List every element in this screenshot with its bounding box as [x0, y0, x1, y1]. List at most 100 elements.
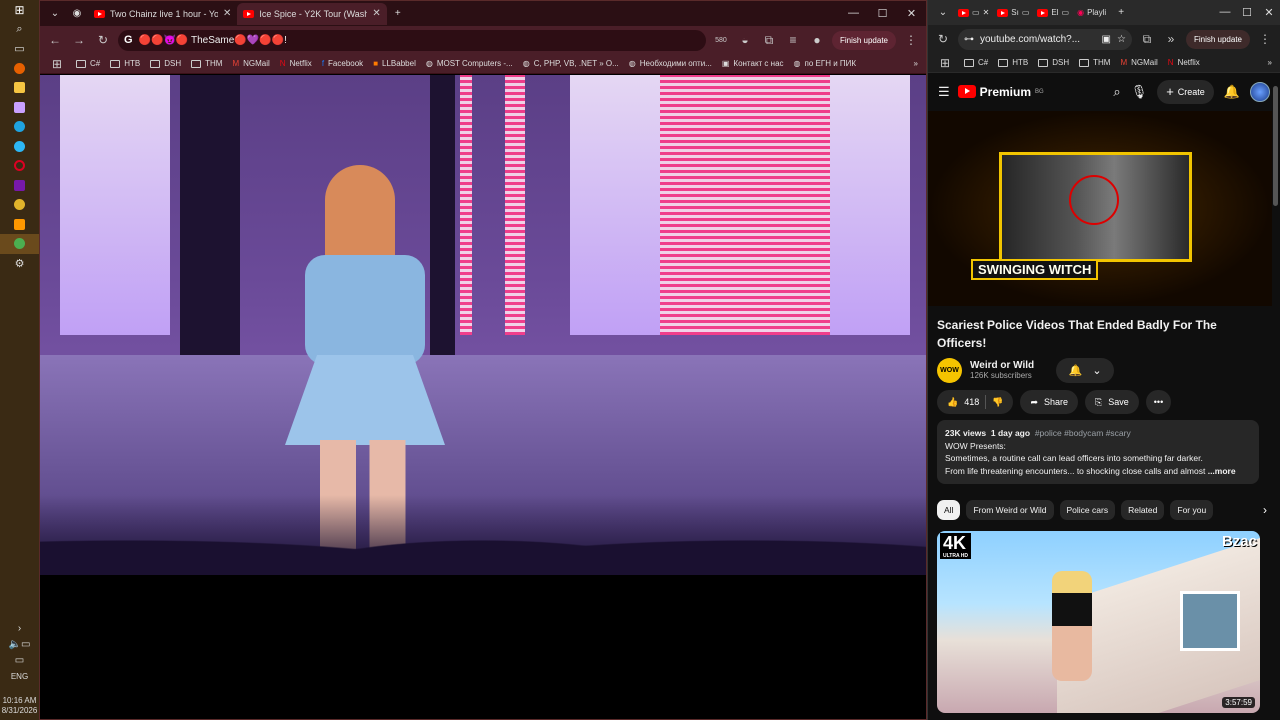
- video-player[interactable]: [40, 75, 926, 575]
- volume-icon[interactable]: 🔈▭: [0, 636, 39, 652]
- more-tools-icon[interactable]: »: [1162, 32, 1180, 46]
- bookmark-item[interactable]: C#: [964, 58, 988, 67]
- bookmark-item[interactable]: DSH: [1038, 58, 1069, 67]
- menu-icon[interactable]: ⋮: [1256, 32, 1274, 46]
- edge-icon[interactable]: [0, 117, 39, 137]
- like-dislike-button[interactable]: 👍 418 👎: [937, 390, 1014, 414]
- keyboard-icon[interactable]: ▭: [0, 652, 39, 668]
- file-explorer-icon[interactable]: [0, 78, 39, 98]
- chip-related[interactable]: Related: [1121, 500, 1165, 520]
- channel-name[interactable]: Weird or Wild: [970, 360, 1034, 371]
- page-scrollbar[interactable]: [1273, 86, 1278, 206]
- tab-ice-spice[interactable]: Ice Spice - Y2K Tour (Washi ✕: [237, 2, 387, 25]
- chip-all[interactable]: All: [937, 500, 961, 520]
- bookmark-item[interactable]: ◍ C, PHP, VB, .NET » O...: [523, 59, 619, 68]
- tab-two-chainz[interactable]: Two Chainz live 1 hour - Yo ✕: [88, 3, 237, 25]
- extensions-icon[interactable]: ⧉: [1138, 32, 1156, 47]
- chip-from-channel[interactable]: From Weird or Wild: [966, 500, 1054, 520]
- notifications-bell-icon[interactable]: 🔔: [1224, 84, 1240, 100]
- photos-icon[interactable]: [0, 98, 39, 118]
- save-button[interactable]: ⎘ Save: [1085, 390, 1139, 414]
- apps-icon[interactable]: ⊞: [48, 57, 66, 71]
- description-box[interactable]: 23K views 1 day ago #police #bodycam #sc…: [937, 420, 1259, 484]
- bookmark-item[interactable]: ◍ по ЕГН и ПИК: [794, 59, 857, 68]
- tab-youtube-1[interactable]: ▭ ✕: [954, 2, 993, 24]
- minimize-icon[interactable]: —: [1214, 6, 1236, 19]
- new-tab-button[interactable]: +: [387, 3, 409, 25]
- microphone-icon[interactable]: 🎙: [1131, 84, 1148, 100]
- search-icon[interactable]: ⌕: [0, 20, 39, 40]
- bookmark-item[interactable]: THM: [1079, 58, 1110, 67]
- browser-icon[interactable]: [0, 137, 39, 157]
- more-bookmarks-icon[interactable]: »: [1268, 58, 1272, 67]
- bookmark-item[interactable]: M NGMail: [1120, 58, 1157, 67]
- avatar[interactable]: [1250, 81, 1270, 102]
- bookmark-item[interactable]: HTB: [110, 59, 140, 68]
- hamburger-menu-icon[interactable]: ☰: [938, 84, 950, 100]
- opera-icon[interactable]: [0, 156, 39, 176]
- media-control-icon[interactable]: ≡: [784, 33, 802, 47]
- channel-avatar[interactable]: WOW: [937, 357, 962, 383]
- bookmark-item[interactable]: DSH: [150, 59, 181, 68]
- onenote-icon[interactable]: [0, 176, 39, 196]
- windows-start-icon[interactable]: ⊞: [0, 0, 39, 20]
- create-button[interactable]: + Create: [1157, 79, 1214, 104]
- settings-icon[interactable]: ⚙: [0, 254, 39, 274]
- tab-playlist[interactable]: ◉ Playli: [1073, 2, 1110, 24]
- apps-icon[interactable]: ⊞: [936, 56, 954, 70]
- profile-icon[interactable]: ●: [808, 33, 826, 47]
- bookmark-item[interactable]: f Facebook: [322, 59, 363, 68]
- show-more-link[interactable]: ...more: [1208, 466, 1236, 476]
- more-bookmarks-icon[interactable]: »: [914, 59, 918, 68]
- thumbs-down-icon[interactable]: 👎: [992, 397, 1003, 408]
- bookmark-item[interactable]: M NGMail: [232, 59, 269, 68]
- recommended-video-thumbnail[interactable]: 4K ULTRA HD Bzac 3:57:59: [937, 531, 1260, 713]
- finish-update-button[interactable]: Finish update: [1185, 29, 1250, 49]
- more-actions-button[interactable]: •••: [1145, 390, 1172, 414]
- bookmark-item[interactable]: C#: [76, 59, 100, 68]
- new-tab-button[interactable]: +: [1110, 2, 1132, 24]
- bookmark-item[interactable]: THM: [191, 59, 222, 68]
- chrome-icon[interactable]: [0, 195, 39, 215]
- thumbs-up-icon[interactable]: 👍: [947, 397, 958, 408]
- sublime-icon[interactable]: [0, 215, 39, 235]
- task-view-icon[interactable]: ▭: [0, 39, 39, 59]
- reload-icon[interactable]: ↻: [934, 32, 952, 46]
- bookmark-item[interactable]: ▣ Контакт с нас: [722, 59, 784, 68]
- share-button[interactable]: ➦ Share: [1020, 390, 1079, 414]
- subscribed-button[interactable]: 🔔 ⌄: [1056, 357, 1115, 383]
- bookmark-item[interactable]: ◍ Необходими опти...: [629, 59, 712, 68]
- clock-date[interactable]: 8/31/2026: [2, 706, 38, 716]
- back-icon[interactable]: ←: [46, 33, 64, 47]
- maximize-icon[interactable]: ☐: [1236, 6, 1258, 19]
- close-tab-icon[interactable]: ✕: [372, 8, 380, 19]
- address-bar[interactable]: G 🔴🔴😈🔴 TheSame🔴💜🔴🔴!: [118, 29, 706, 51]
- maximize-icon[interactable]: ☐: [868, 7, 897, 20]
- chevron-right-icon[interactable]: ›: [1263, 503, 1267, 517]
- tab-youtube-3[interactable]: El ▭: [1033, 2, 1073, 24]
- close-tab-icon[interactable]: ✕: [223, 8, 231, 19]
- pinned-tab-icon[interactable]: ◉: [66, 3, 88, 25]
- search-icon[interactable]: ⌕: [1113, 84, 1120, 100]
- chip-for-you[interactable]: For you: [1170, 500, 1214, 520]
- chip-police-cars[interactable]: Police cars: [1059, 500, 1116, 520]
- hashtags[interactable]: #police #bodycam #scary: [1035, 428, 1131, 438]
- firefox-icon[interactable]: [0, 59, 39, 79]
- forward-icon[interactable]: →: [70, 33, 88, 47]
- minimize-icon[interactable]: —: [839, 7, 868, 20]
- reload-icon[interactable]: ↻: [94, 33, 112, 47]
- close-window-icon[interactable]: ✕: [1258, 6, 1280, 19]
- youtube-logo[interactable]: Premium BG: [957, 85, 1044, 99]
- bookmark-item[interactable]: N Netflix: [1168, 58, 1200, 67]
- clock-time[interactable]: 10:16 AM: [3, 696, 37, 706]
- bookmark-item[interactable]: N Netflix: [280, 59, 312, 68]
- close-tab-icon[interactable]: ✕: [983, 8, 990, 17]
- menu-icon[interactable]: ⋮: [902, 33, 920, 47]
- finish-update-button[interactable]: Finish update: [831, 30, 896, 50]
- tab-youtube-2[interactable]: Sı ▭: [993, 2, 1033, 24]
- address-bar[interactable]: ⊶ youtube.com/watch?... ▣ ☆: [958, 28, 1132, 50]
- tab-search-icon[interactable]: ⌄: [932, 2, 954, 24]
- youtube-video-player[interactable]: SWINGING WITCH: [928, 111, 1272, 306]
- bookmark-item[interactable]: ◍ MOST Computers -...: [426, 59, 513, 68]
- bookmark-item[interactable]: ■ LLBabbel: [373, 59, 416, 68]
